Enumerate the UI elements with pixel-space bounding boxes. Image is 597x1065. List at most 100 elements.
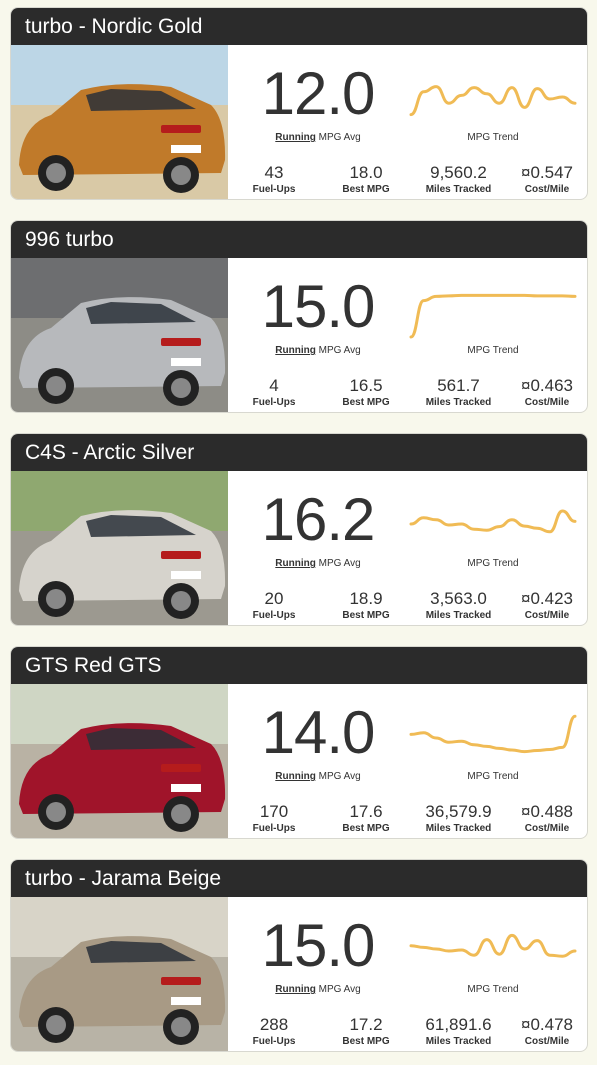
mpg-trend-sparkline[interactable]: [407, 920, 579, 980]
stat-value: 170: [259, 802, 289, 821]
stat-label: Fuel-Ups: [252, 397, 296, 408]
vehicle-card[interactable]: C4S - Arctic Silver 16.2 Running MPG Avg: [10, 433, 588, 626]
stat-value: 36,579.9: [425, 802, 492, 821]
car-image: [11, 684, 228, 838]
vehicle-card[interactable]: turbo - Jarama Beige 15.0 Running MPG Av…: [10, 859, 588, 1052]
trend-line: [409, 85, 577, 117]
stat-value: 561.7: [437, 376, 480, 395]
vehicle-title[interactable]: 996 turbo: [11, 221, 587, 258]
stat-label: Cost/Mile: [524, 823, 570, 834]
car-image: [11, 45, 228, 199]
stat-label: Fuel-Ups: [252, 610, 296, 621]
vehicle-photo[interactable]: [11, 471, 228, 625]
stat-best-mpg: 17.6 Best MPG: [326, 802, 406, 835]
stat-value: 18.0: [349, 163, 383, 182]
stat-best-mpg: 18.0 Best MPG: [326, 163, 406, 196]
stat-label: Best MPG: [342, 610, 390, 621]
vehicle-title[interactable]: GTS Red GTS: [11, 647, 587, 684]
stat-value: ¤0.463: [521, 376, 573, 395]
stat-best-mpg: 16.5 Best MPG: [326, 376, 406, 409]
mpg-trend-label: MPG Trend: [467, 345, 519, 356]
stat-label: Miles Tracked: [425, 1036, 492, 1047]
running-mpg-value: 14.0: [261, 699, 376, 766]
stat-cost-mile: ¤0.478 Cost/Mile: [507, 1015, 587, 1048]
mpg-avg-text: MPG Avg: [318, 558, 361, 569]
stat-value: ¤0.478: [521, 1015, 573, 1034]
stat-value: ¤0.547: [521, 163, 573, 182]
vehicle-photo[interactable]: [11, 684, 228, 838]
vehicle-card[interactable]: turbo - Nordic Gold 12.0 Running MPG Avg: [10, 7, 588, 200]
stat-value: 18.9: [349, 589, 383, 608]
stat-value: 43: [264, 163, 284, 182]
stat-value: 17.6: [349, 802, 383, 821]
car-image: [11, 471, 228, 625]
running-link[interactable]: Running: [275, 132, 316, 143]
stat-label: Cost/Mile: [524, 184, 570, 195]
stat-miles-tracked: 36,579.9 Miles Tracked: [411, 802, 506, 835]
running-link[interactable]: Running: [275, 771, 316, 782]
stat-label: Miles Tracked: [425, 184, 492, 195]
car-image: [11, 258, 228, 412]
stat-label: Fuel-Ups: [252, 184, 296, 195]
running-link[interactable]: Running: [275, 345, 316, 356]
stat-label: Fuel-Ups: [252, 823, 296, 834]
stat-label: Cost/Mile: [524, 1036, 570, 1047]
stat-label: Miles Tracked: [425, 823, 492, 834]
stat-label: Cost/Mile: [524, 397, 570, 408]
trend-line: [409, 933, 577, 958]
vehicle-title[interactable]: turbo - Jarama Beige: [11, 860, 587, 897]
mpg-trend-label: MPG Trend: [467, 771, 519, 782]
vehicle-photo[interactable]: [11, 45, 228, 199]
stat-value: 17.2: [349, 1015, 383, 1034]
running-mpg-value: 15.0: [261, 912, 376, 979]
stat-value: 61,891.6: [425, 1015, 492, 1034]
mpg-avg-label: Running MPG Avg: [243, 771, 393, 782]
running-mpg-value: 15.0: [261, 273, 376, 340]
car-image: [11, 897, 228, 1051]
mpg-avg-text: MPG Avg: [318, 132, 361, 143]
stat-fuel-ups: 20 Fuel-Ups: [239, 589, 309, 622]
stat-value: 20: [264, 589, 284, 608]
stat-miles-tracked: 9,560.2 Miles Tracked: [411, 163, 506, 196]
mpg-avg-label: Running MPG Avg: [243, 132, 393, 143]
stat-label: Best MPG: [342, 823, 390, 834]
mpg-trend-sparkline[interactable]: [407, 281, 579, 341]
stat-value: 4: [269, 376, 279, 395]
mpg-trend-label: MPG Trend: [467, 558, 519, 569]
stat-label: Best MPG: [342, 397, 390, 408]
mpg-avg-label: Running MPG Avg: [243, 345, 393, 356]
stat-label: Fuel-Ups: [252, 1036, 296, 1047]
stat-fuel-ups: 43 Fuel-Ups: [239, 163, 309, 196]
vehicle-photo[interactable]: [11, 897, 228, 1051]
running-mpg-value: 12.0: [261, 60, 376, 127]
stat-label: Cost/Mile: [524, 610, 570, 621]
vehicle-card[interactable]: 996 turbo 15.0 Running MPG Avg MPG Trend…: [10, 220, 588, 413]
vehicle-photo[interactable]: [11, 258, 228, 412]
mpg-trend-sparkline[interactable]: [407, 68, 579, 128]
stat-label: Miles Tracked: [425, 610, 492, 621]
stat-miles-tracked: 3,563.0 Miles Tracked: [411, 590, 506, 622]
trend-line: [409, 293, 577, 339]
vehicle-title[interactable]: C4S - Arctic Silver: [11, 434, 587, 471]
mpg-trend-label: MPG Trend: [467, 132, 519, 143]
mpg-avg-text: MPG Avg: [318, 984, 361, 995]
running-link[interactable]: Running: [275, 558, 316, 569]
stat-fuel-ups: 170 Fuel-Ups: [239, 802, 309, 835]
stat-label: Best MPG: [342, 1036, 390, 1047]
mpg-trend-sparkline[interactable]: [407, 494, 579, 554]
stat-cost-mile: ¤0.547 Cost/Mile: [507, 163, 587, 196]
stat-cost-mile: ¤0.423 Cost/Mile: [507, 590, 587, 622]
running-link[interactable]: Running: [275, 984, 316, 995]
mpg-avg-text: MPG Avg: [318, 771, 361, 782]
stat-fuel-ups: 288 Fuel-Ups: [239, 1016, 309, 1048]
stat-miles-tracked: 61,891.6 Miles Tracked: [411, 1015, 506, 1048]
stat-cost-mile: ¤0.488 Cost/Mile: [507, 802, 587, 835]
mpg-trend-sparkline[interactable]: [407, 707, 579, 767]
stat-value: 16.5: [349, 376, 383, 395]
vehicle-title[interactable]: turbo - Nordic Gold: [11, 8, 587, 45]
stat-value: 9,560.2: [430, 163, 487, 182]
stat-label: Miles Tracked: [425, 397, 492, 408]
stat-miles-tracked: 561.7 Miles Tracked: [411, 376, 506, 409]
vehicle-card[interactable]: GTS Red GTS 14.0 Running MPG Avg MPG Tre…: [10, 646, 588, 839]
stat-value: ¤0.488: [521, 802, 573, 821]
